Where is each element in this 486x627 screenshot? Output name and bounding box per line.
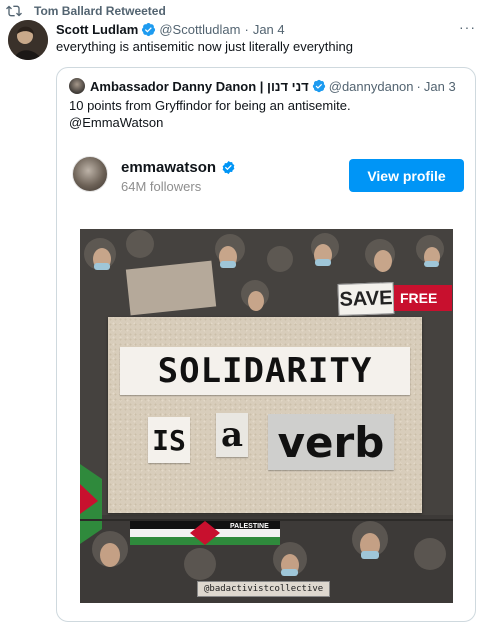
instagram-username-row: emmawatson: [121, 159, 236, 176]
palestine-banner: PALESTINE: [130, 521, 280, 545]
retweet-row: Tom Ballard Retweeted: [6, 2, 166, 20]
more-options-icon[interactable]: ···: [459, 20, 476, 34]
tweet-date[interactable]: Jan 4: [253, 22, 285, 37]
instagram-avatar[interactable]: [72, 156, 108, 192]
poster-word: verb: [268, 414, 394, 470]
poster-word: SOLIDARITY: [120, 347, 410, 395]
banner-text: PALESTINE: [230, 523, 269, 530]
separator-dot: ·: [244, 21, 249, 37]
quote-tweet-card[interactable]: Ambassador Danny Danon | דני דנון @danny…: [56, 67, 476, 622]
instagram-embed: emmawatson 64M followers View profile SA…: [57, 68, 475, 621]
image-watermark: @badactivistcollective: [197, 581, 331, 597]
protest-sign: SAVE: [337, 282, 395, 316]
follower-count: 64M followers: [121, 179, 202, 194]
verified-icon: [222, 160, 235, 175]
verified-icon: [142, 22, 156, 36]
collage-poster: SOLIDARITY IS a verb: [108, 317, 422, 513]
instagram-username[interactable]: emmawatson: [121, 159, 216, 176]
view-profile-button[interactable]: View profile: [349, 159, 464, 192]
avatar-photo: [8, 20, 48, 60]
retweet-label[interactable]: Tom Ballard Retweeted: [34, 4, 166, 18]
poster-word: IS: [148, 417, 190, 463]
poster-word: a: [216, 413, 248, 457]
retweet-icon: [6, 5, 22, 17]
author-name[interactable]: Scott Ludlam: [56, 22, 138, 37]
author-handle[interactable]: @Scottludlam: [159, 22, 240, 37]
tweet-text: everything is antisemitic now just liter…: [56, 39, 353, 54]
tweet-header: Scott Ludlam @Scottludlam · Jan 4: [56, 19, 481, 39]
protest-sign: FREE: [394, 285, 452, 311]
post-image[interactable]: SAVE FREE SOLIDARITY IS a verb PALESTINE…: [80, 229, 453, 603]
avatar[interactable]: [8, 20, 48, 60]
